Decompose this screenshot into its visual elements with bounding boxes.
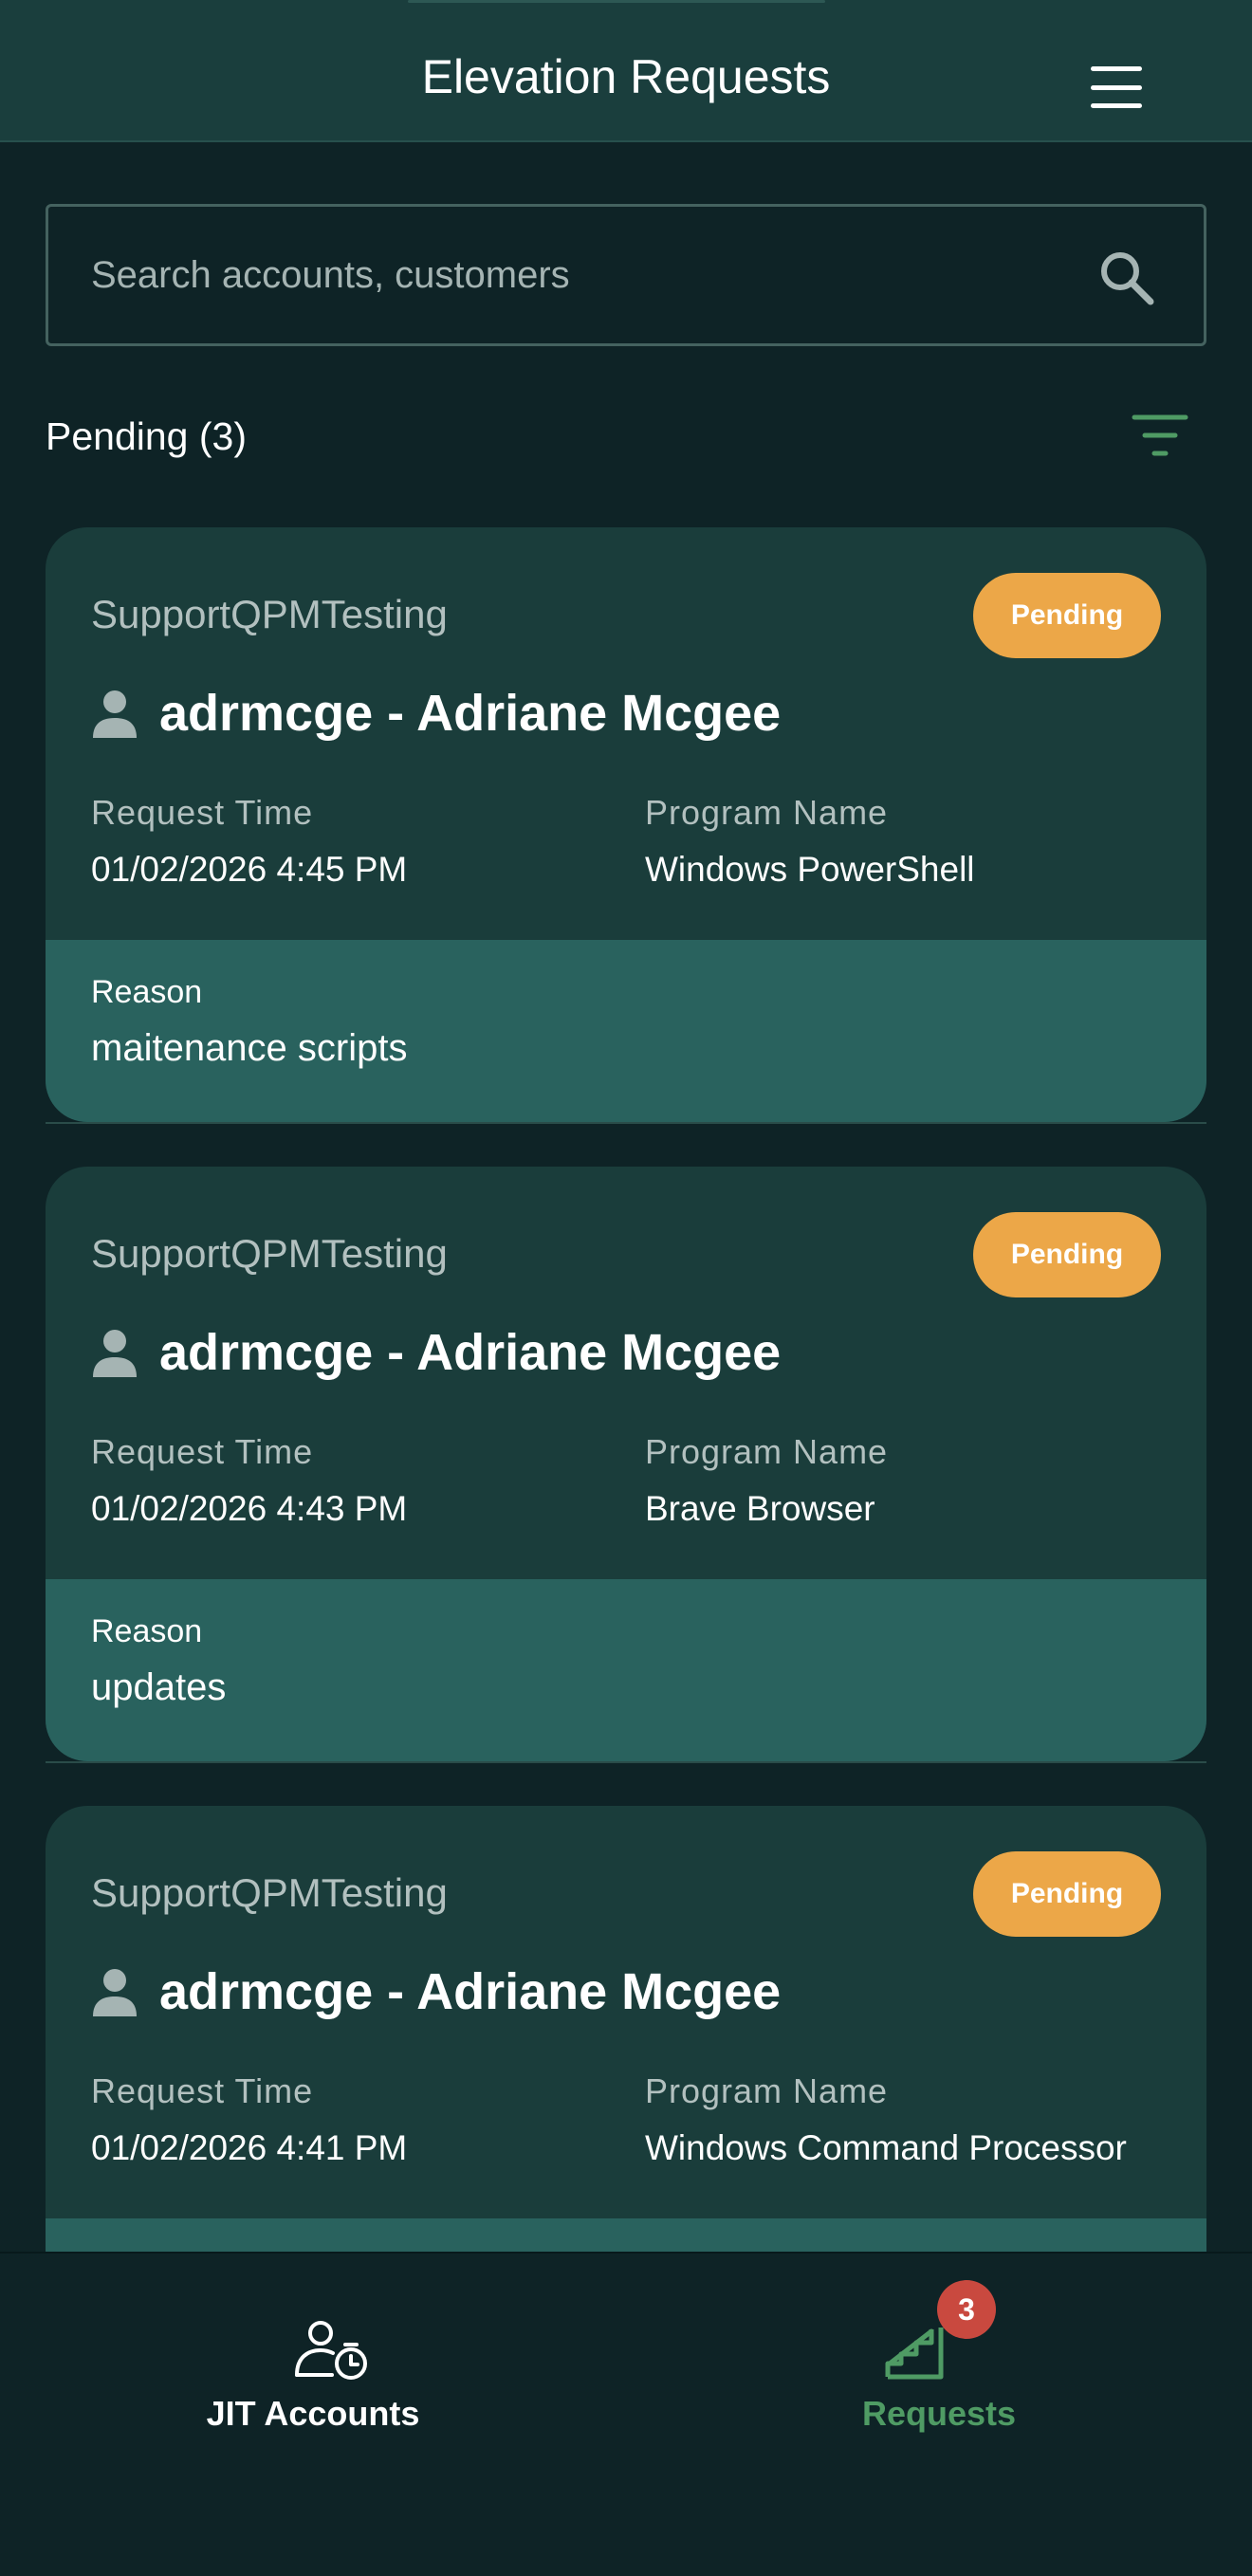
reason-value: maitenance scripts xyxy=(91,1027,408,1069)
app-screen: Elevation Requests Pending (3) SupportQP… xyxy=(0,0,1252,2576)
reason-section: Reason updates xyxy=(46,1579,1206,1761)
requester-name: adrmcge - Adriane Mcgee xyxy=(159,685,782,742)
request-time-label: Request Time xyxy=(91,793,314,832)
reason-label: Reason xyxy=(91,1613,203,1649)
status-badge: Pending xyxy=(973,573,1161,658)
filter-icon[interactable] xyxy=(1129,410,1191,461)
requester-name: adrmcge - Adriane Mcgee xyxy=(159,1963,782,2020)
status-badge: Pending xyxy=(973,1851,1161,1937)
reason-section: Reason maitenance scripts xyxy=(46,940,1206,1122)
program-name-label: Program Name xyxy=(645,793,889,832)
app-header: Elevation Requests xyxy=(0,0,1252,142)
reason-label: Reason xyxy=(91,974,203,1010)
search-field[interactable] xyxy=(46,204,1206,346)
search-icon[interactable] xyxy=(1096,247,1156,307)
account-name: SupportQPMTesting xyxy=(91,1870,448,1915)
account-name: SupportQPMTesting xyxy=(91,592,448,636)
user-clock-icon xyxy=(295,2321,367,2380)
account-name: SupportQPMTesting xyxy=(91,1231,448,1276)
status-badge: Pending xyxy=(973,1212,1161,1297)
request-time-value: 01/02/2026 4:45 PM xyxy=(91,850,408,889)
requests-count-badge: 3 xyxy=(937,2280,996,2339)
nav-jit-accounts[interactable]: JIT Accounts xyxy=(0,2254,626,2576)
status-notch xyxy=(408,0,825,3)
requester-name: adrmcge - Adriane Mcgee xyxy=(159,1324,782,1381)
reason-value: updates xyxy=(91,1666,227,1708)
program-name-label: Program Name xyxy=(645,2071,889,2110)
request-time-value: 01/02/2026 4:41 PM xyxy=(91,2128,408,2167)
nav-jit-accounts-label: JIT Accounts xyxy=(206,2394,420,2433)
page-title: Elevation Requests xyxy=(421,50,831,103)
card-divider xyxy=(46,1122,1206,1124)
request-card[interactable]: SupportQPMTesting Pending adrmcge - Adri… xyxy=(46,527,1206,1122)
card-divider xyxy=(46,1761,1206,1763)
user-icon xyxy=(93,690,137,738)
search-input[interactable] xyxy=(91,207,1087,343)
request-time-label: Request Time xyxy=(91,1432,314,1471)
program-name-value: Windows Command Processor xyxy=(645,2128,1127,2167)
bottom-navigation: JIT Accounts 3 Requests xyxy=(0,2252,1252,2576)
request-time-label: Request Time xyxy=(91,2071,314,2110)
nav-requests-label: Requests xyxy=(861,2394,1017,2433)
program-name-label: Program Name xyxy=(645,1432,889,1471)
nav-requests[interactable]: 3 Requests xyxy=(626,2254,1252,2576)
request-time-value: 01/02/2026 4:43 PM xyxy=(91,1489,408,1528)
user-icon xyxy=(93,1969,137,2016)
pending-count-label: Pending (3) xyxy=(46,414,247,458)
hamburger-menu-icon[interactable] xyxy=(1091,66,1151,108)
user-icon xyxy=(93,1330,137,1377)
chart-stairs-icon xyxy=(885,2328,944,2380)
program-name-value: Windows PowerShell xyxy=(645,850,975,889)
program-name-value: Brave Browser xyxy=(645,1489,875,1528)
request-card[interactable]: SupportQPMTesting Pending adrmcge - Adri… xyxy=(46,1167,1206,1761)
